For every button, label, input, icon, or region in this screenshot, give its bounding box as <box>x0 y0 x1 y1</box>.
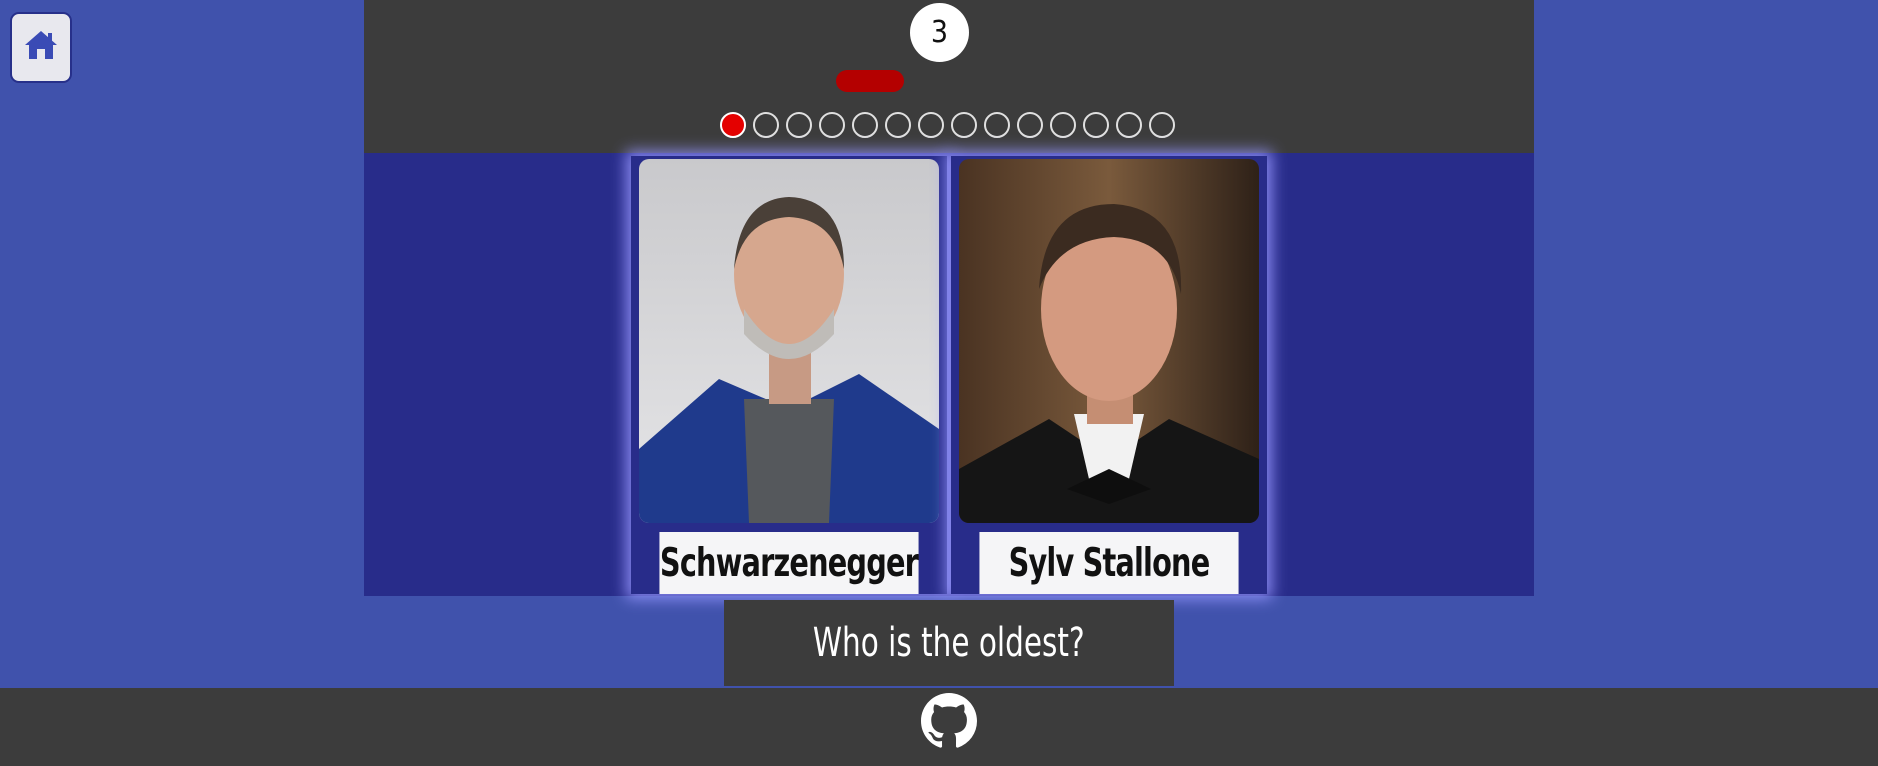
celebrity-photo <box>959 159 1259 523</box>
celebrity-photo <box>639 159 939 523</box>
question-dot <box>918 112 944 138</box>
footer <box>0 688 1878 766</box>
answer-card-stallone[interactable]: Sylv Stallone <box>951 156 1267 594</box>
question-dot <box>852 112 878 138</box>
question-dot <box>753 112 779 138</box>
question-dot <box>1149 112 1175 138</box>
question-text: Who is the oldest? <box>813 620 1085 666</box>
question-dot <box>885 112 911 138</box>
question-dot <box>951 112 977 138</box>
choice-area: Schwarzenegger Sylv Stallone <box>364 153 1534 596</box>
question-dot <box>984 112 1010 138</box>
card-name-label: Sylv Stallone <box>979 532 1239 594</box>
countdown-timer: 3 <box>910 3 969 62</box>
card-name-label: Schwarzenegger <box>659 532 919 594</box>
question-dot <box>1116 112 1142 138</box>
question-dot <box>720 112 746 138</box>
home-icon <box>24 29 58 66</box>
github-link[interactable] <box>921 693 977 749</box>
github-icon <box>921 693 977 753</box>
question-dot <box>819 112 845 138</box>
home-button[interactable] <box>10 12 72 83</box>
question-dot <box>1017 112 1043 138</box>
time-progress-bar <box>836 70 904 92</box>
question-progress-dots <box>720 112 1175 138</box>
answer-card-schwarzenegger[interactable]: Schwarzenegger <box>631 156 947 594</box>
game-header: 3 <box>364 0 1534 153</box>
question-prompt: Who is the oldest? <box>724 600 1174 686</box>
question-dot <box>1083 112 1109 138</box>
question-dot <box>1050 112 1076 138</box>
question-dot <box>786 112 812 138</box>
